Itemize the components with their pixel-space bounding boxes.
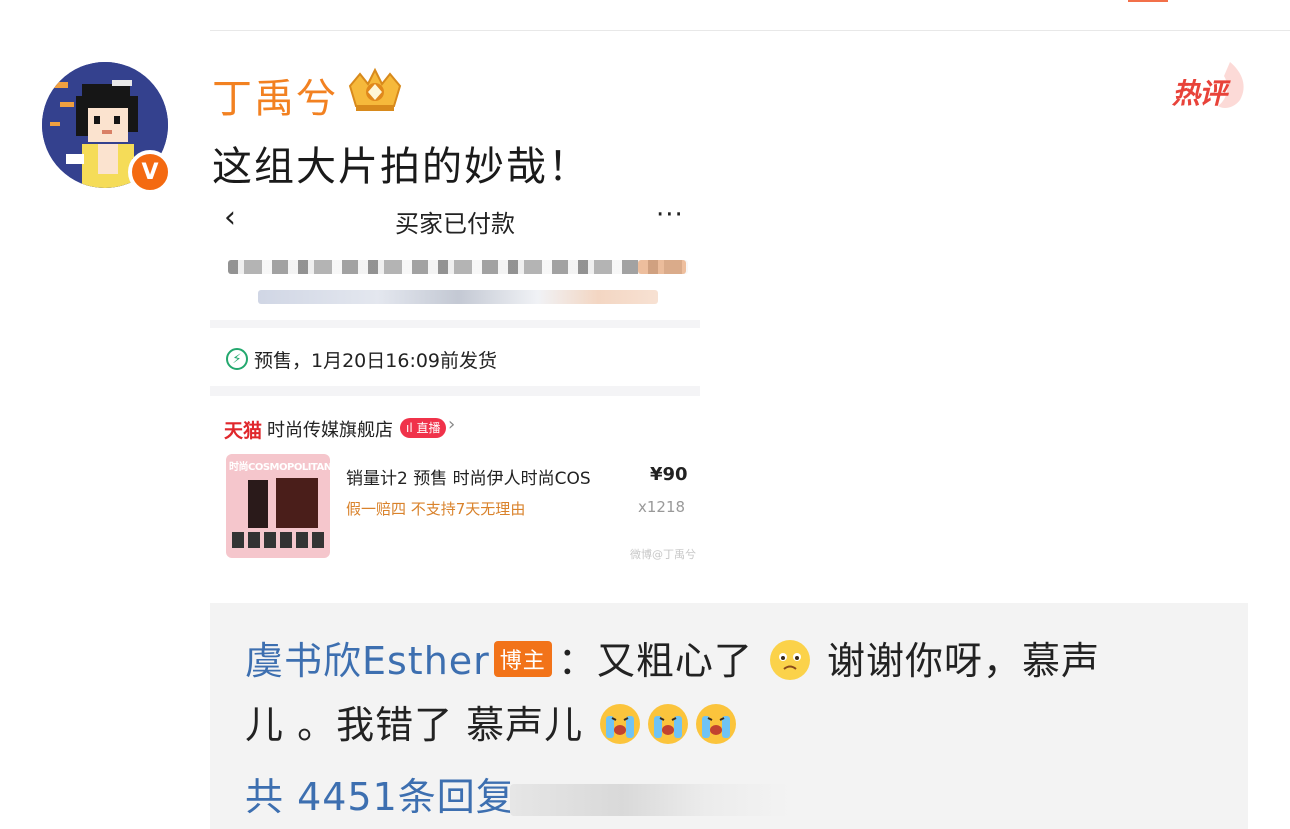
blurred-address-accent	[638, 260, 686, 274]
reply-line: 虞书欣Esther 博主 ：又粗心了 谢谢你呀，慕声	[245, 630, 1100, 685]
store-name[interactable]: 时尚传媒旗舰店	[267, 416, 393, 442]
tmall-logo: 天猫	[224, 420, 263, 442]
product-tags: 假一赔四 不支持7天无理由	[346, 500, 526, 518]
reply-text: 儿 。我错了 慕声儿	[245, 703, 584, 747]
post-text: 这组大片拍的妙哉！	[212, 144, 590, 190]
product-quantity: x1218	[638, 498, 686, 516]
product-title[interactable]: 销量计2 预售 时尚伊人时尚COS	[346, 464, 591, 489]
lightning-icon: ⚡	[226, 348, 248, 370]
product-image-figure	[248, 480, 268, 528]
reply-line: 儿 。我错了 慕声儿	[245, 694, 740, 749]
product-image-thumbnails	[232, 532, 324, 548]
blogger-badge: 博主	[493, 641, 552, 677]
crying-face-emoji-icon	[600, 704, 641, 744]
product-image-caption: 时尚COSMOPOLITAN	[229, 462, 330, 473]
order-screenshot[interactable]: ‹ 买家已付款 ··· ⚡ 预售，1月20日16:09前发货 天猫 时尚传媒旗舰…	[210, 196, 700, 576]
order-status-title: 买家已付款	[395, 210, 515, 238]
reply-count-link[interactable]: 共 4451条回复	[245, 766, 515, 821]
blurred-region	[510, 784, 790, 816]
product-image-figure	[276, 478, 318, 528]
crying-face-emoji-icon	[696, 704, 737, 744]
username[interactable]: 丁禹兮	[212, 66, 338, 124]
crying-face-emoji-icon	[648, 704, 689, 744]
crown-icon	[348, 67, 402, 111]
blurred-address-line-1	[228, 260, 688, 274]
sad-face-emoji-icon	[769, 640, 810, 680]
product-image[interactable]: 时尚COSMOPOLITAN	[226, 454, 330, 558]
presale-shipping-text: 预售，1月20日16:09前发货	[254, 350, 498, 372]
reply-author[interactable]: 虞书欣Esther	[245, 639, 490, 683]
reply-text: ：又粗心了	[557, 639, 753, 683]
verified-badge: V	[128, 150, 172, 194]
divider	[210, 386, 700, 396]
top-divider	[210, 30, 1290, 31]
chevron-right-icon[interactable]: ›	[448, 414, 455, 435]
divider	[210, 320, 700, 328]
blurred-address-line-2	[258, 290, 658, 304]
watermark: 微博@丁禹兮	[630, 548, 696, 561]
live-badge[interactable]: ıl 直播	[400, 418, 447, 438]
more-icon: ···	[656, 200, 684, 230]
product-price: ¥90	[650, 464, 688, 485]
top-indicator	[1128, 0, 1168, 2]
reply-text: 谢谢你呀，慕声	[813, 639, 1101, 683]
hot-comment-badge: 热评	[1172, 77, 1227, 110]
